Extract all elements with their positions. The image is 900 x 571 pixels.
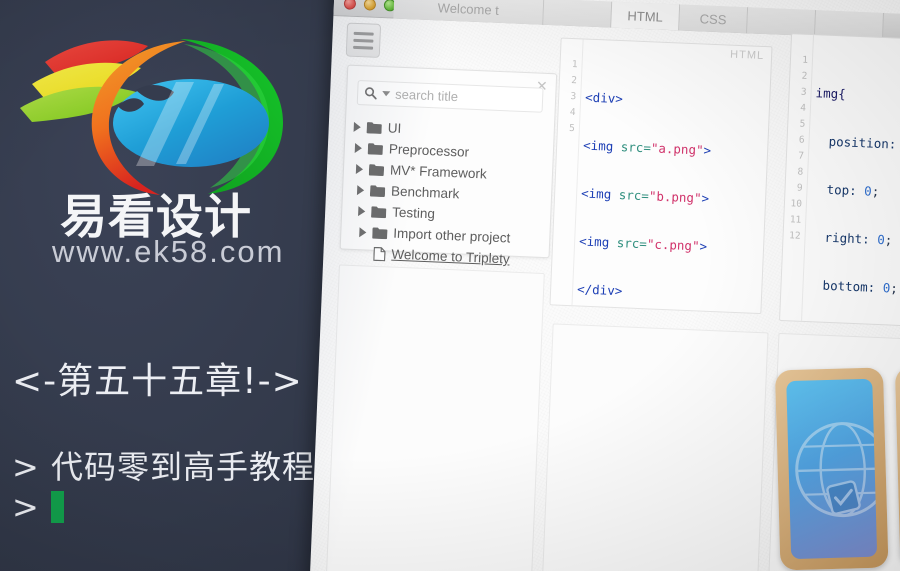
tab-blank-1[interactable] xyxy=(543,0,613,28)
code-line: <img src="a.png"> xyxy=(582,137,712,158)
line-number: 4 xyxy=(799,102,807,114)
folder-icon xyxy=(366,121,382,134)
project-tree-panel: ✕ UI xyxy=(339,64,558,267)
css-editor-pane[interactable]: 1 2 3 4 5 6 7 8 9 10 11 12 img{ position… xyxy=(779,33,900,332)
subheadline-text: > 代码零到高手教程 xyxy=(12,448,315,486)
preview-thumbnails: 5 xyxy=(771,363,900,571)
close-icon[interactable] xyxy=(343,0,357,10)
tab-html[interactable]: HTML xyxy=(611,1,681,31)
tree-item-label: Welcome to Triplety xyxy=(391,246,510,267)
html-editor-language-label: HTML xyxy=(729,48,765,63)
line-number: 7 xyxy=(797,150,805,162)
code-line: left: 0; xyxy=(805,325,900,332)
code-line: <div> xyxy=(585,90,714,111)
code-line: </div> xyxy=(577,281,706,302)
thumbnail-a-image xyxy=(786,378,878,560)
search-input[interactable] xyxy=(394,86,536,108)
code-line: <img src="b.png"> xyxy=(580,185,710,206)
line-number: 2 xyxy=(801,70,808,82)
hamburger-icon-line xyxy=(353,31,374,36)
tab-css[interactable]: CSS xyxy=(679,4,749,34)
chevron-right-icon[interactable] xyxy=(354,142,363,153)
folder-icon xyxy=(369,184,386,197)
screenshot-stage: 易看设计 www.ek58.com <-第五十五章!-> > 代码零到高手教程 … xyxy=(0,0,900,571)
line-number: 2 xyxy=(570,74,578,87)
line-number: 8 xyxy=(797,166,804,178)
minimize-icon[interactable] xyxy=(363,0,377,11)
folder-icon xyxy=(367,142,384,155)
lower-mid-pane[interactable] xyxy=(540,323,769,571)
project-tree-list: UI Preprocessor MV* Framework Benchmark … xyxy=(348,116,554,271)
search-scope-chevron-down-icon[interactable] xyxy=(382,91,391,97)
code-line: img{ xyxy=(815,85,847,102)
chevron-right-icon[interactable] xyxy=(356,184,365,195)
line-number: 5 xyxy=(799,118,806,130)
tree-search-row[interactable] xyxy=(356,80,544,113)
code-line: <img src="c.png"> xyxy=(578,233,708,254)
line-number: 1 xyxy=(571,58,578,71)
line-number: 3 xyxy=(800,86,807,98)
tab-css-label: CSS xyxy=(699,10,727,27)
app-window: Welcome t HTML CSS ✕ search title UI Pre… xyxy=(307,0,900,571)
tab-blank-2[interactable] xyxy=(747,7,817,37)
menu-button[interactable] xyxy=(345,22,382,58)
file-icon xyxy=(373,246,386,261)
code-line-text: <div> xyxy=(584,89,624,107)
text-caret xyxy=(50,491,64,523)
hamburger-icon-line xyxy=(353,45,374,50)
line-number: 10 xyxy=(790,198,803,210)
line-number: 1 xyxy=(802,54,809,66)
line-number: 5 xyxy=(568,122,576,135)
prompt-line: > xyxy=(12,488,64,526)
search-icon xyxy=(364,87,377,100)
headline-text: <-第五十五章!-> xyxy=(12,361,303,402)
line-number: 9 xyxy=(796,182,803,194)
globe-puzzle-icon xyxy=(795,422,878,518)
folder-icon xyxy=(371,205,387,218)
tree-item-label: Testing xyxy=(391,204,436,222)
line-number: 11 xyxy=(789,214,802,226)
chevron-right-icon[interactable] xyxy=(355,163,364,174)
tree-item-label: Import other project xyxy=(393,225,511,246)
chevron-right-icon[interactable] xyxy=(358,205,366,216)
code-line: top: 0; xyxy=(811,181,880,199)
html-editor-code[interactable]: <div> <img src="a.png"> <img src="b.png"… xyxy=(575,58,714,315)
prompt-chevron: > xyxy=(12,488,39,526)
tree-item-label: UI xyxy=(387,120,402,136)
code-line: right: 0; xyxy=(809,229,893,248)
tree-item-label: Preprocessor xyxy=(388,141,470,160)
brand-url: www.ek58.com xyxy=(52,234,285,269)
chevron-right-icon[interactable] xyxy=(353,121,361,132)
line-number: 6 xyxy=(798,134,805,146)
tree-item-label: MV* Framework xyxy=(389,162,487,182)
line-number: 3 xyxy=(570,90,577,103)
thumbnail-b[interactable]: 5 xyxy=(894,364,900,568)
tab-welcome-label: Welcome t xyxy=(437,0,500,18)
folder-icon xyxy=(368,163,385,176)
code-line: bottom: 0; xyxy=(807,277,899,296)
thumbnail-a[interactable] xyxy=(774,367,889,571)
line-number: 4 xyxy=(569,106,576,119)
lower-left-pane[interactable] xyxy=(325,264,545,571)
html-editor-pane[interactable]: HTML 1 2 3 4 5 <div> <img src="a.png"> <… xyxy=(549,37,773,315)
code-line-text: </div> xyxy=(576,281,623,299)
folder-icon xyxy=(372,226,388,239)
line-number: 12 xyxy=(788,230,801,242)
code-line: position: abs xyxy=(813,133,900,152)
chevron-right-icon[interactable] xyxy=(359,226,367,238)
hamburger-icon-line xyxy=(353,38,374,43)
tab-html-label: HTML xyxy=(627,7,664,25)
tab-welcome[interactable]: Welcome t xyxy=(393,0,545,25)
tree-item-label: Benchmark xyxy=(390,183,460,202)
